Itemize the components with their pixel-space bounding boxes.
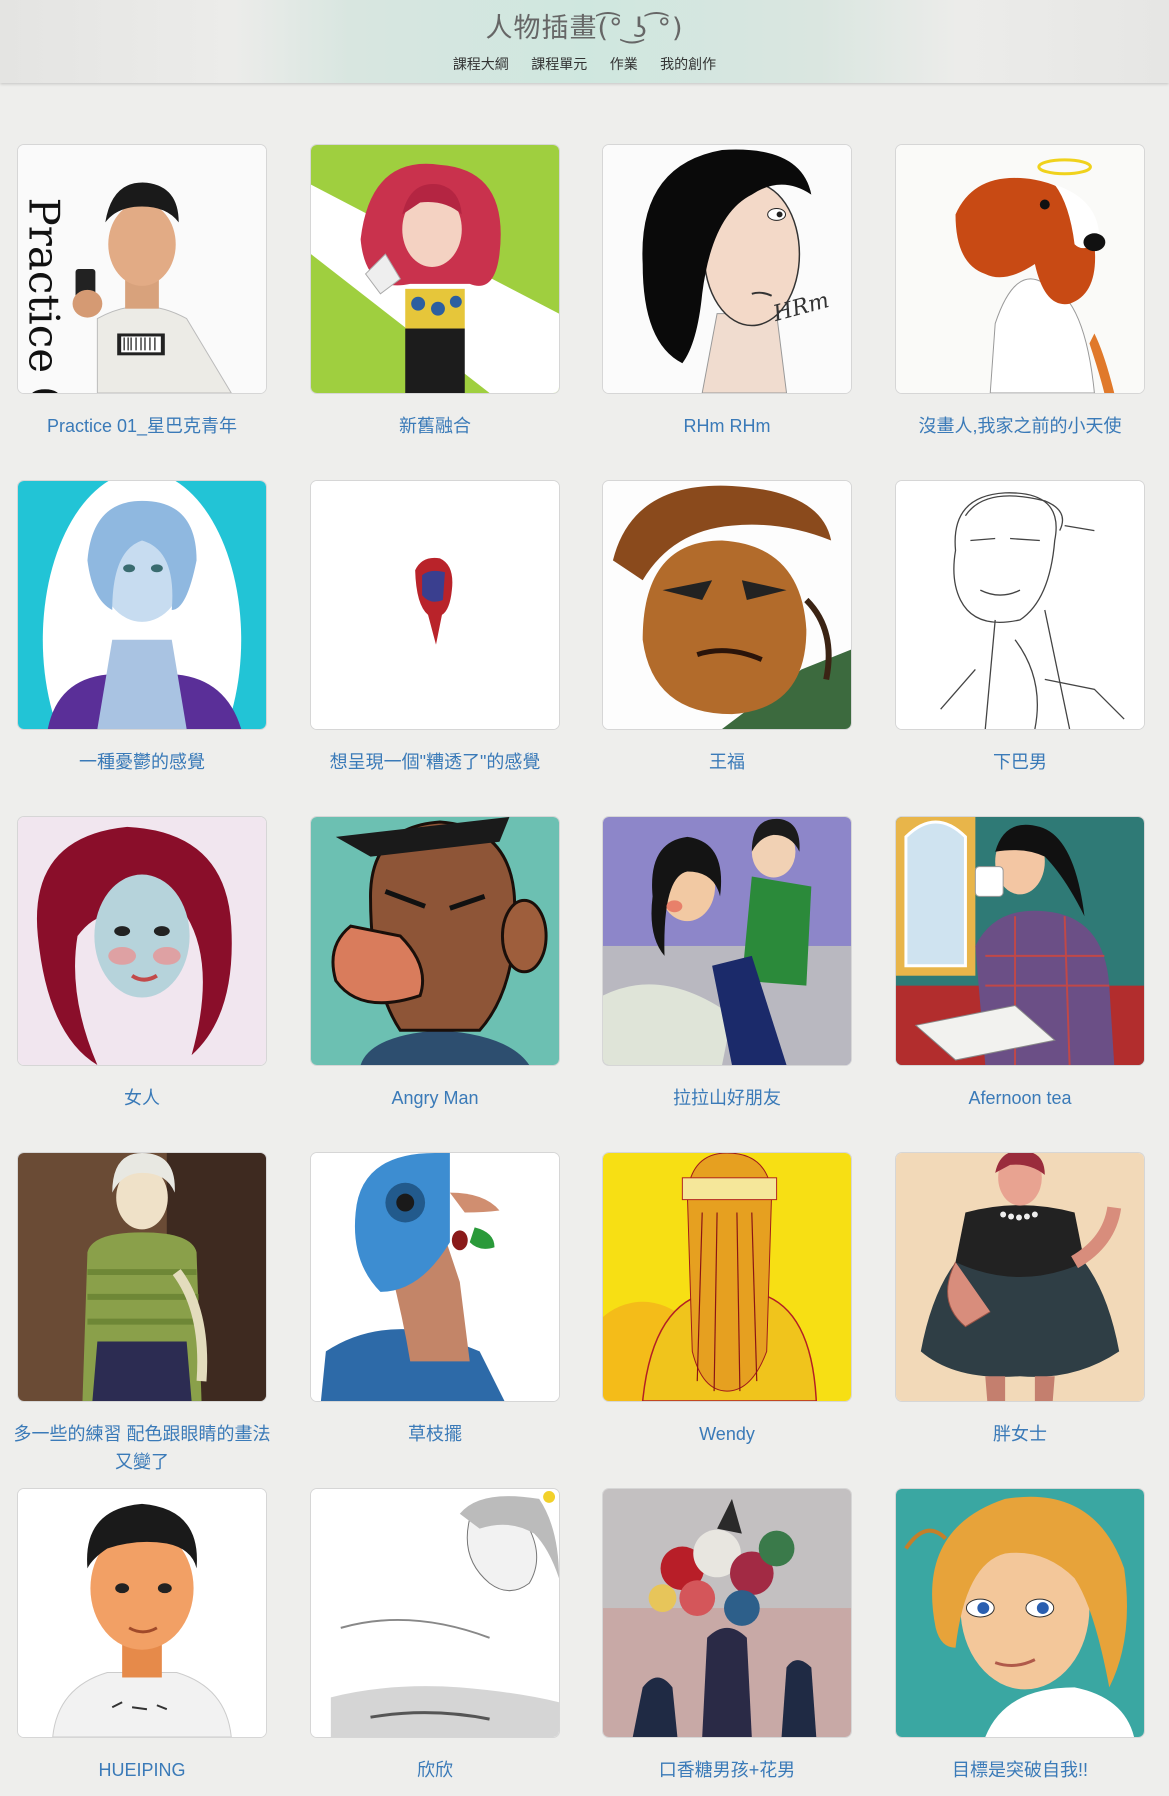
- artwork-thumbnail[interactable]: [895, 144, 1145, 394]
- artwork-title[interactable]: 想呈現一個"糟透了"的感覺: [300, 748, 570, 776]
- artwork-thumbnail[interactable]: [602, 816, 852, 1066]
- artwork-title[interactable]: 欣欣: [300, 1756, 570, 1784]
- artwork-title[interactable]: Practice 01_星巴克青年: [7, 412, 277, 440]
- artwork-thumbnail[interactable]: [602, 480, 852, 730]
- artwork-thumbnail[interactable]: [17, 1152, 267, 1402]
- artwork-card[interactable]: 目標是突破自我!!: [895, 1488, 1145, 1788]
- artwork-card[interactable]: HUEIPING: [17, 1488, 267, 1788]
- artwork-gallery: Practice 01 Practice 01_星巴克青年 新舊融合 HRm R…: [0, 0, 1169, 1796]
- artwork-card[interactable]: 口香糖男孩+花男: [602, 1488, 852, 1788]
- artwork-title[interactable]: Wendy: [592, 1420, 862, 1448]
- artwork-thumbnail[interactable]: [310, 816, 560, 1066]
- artwork-title[interactable]: 目標是突破自我!!: [885, 1756, 1155, 1784]
- artwork-card[interactable]: 女人: [17, 816, 267, 1116]
- artwork-title[interactable]: 新舊融合: [300, 412, 570, 440]
- artwork-thumbnail[interactable]: [895, 816, 1145, 1066]
- artwork-title[interactable]: 王福: [592, 748, 862, 776]
- artwork-title[interactable]: 草枝擺: [300, 1420, 570, 1448]
- artwork-thumbnail[interactable]: [17, 816, 267, 1066]
- artwork-title[interactable]: 一種憂鬱的感覺: [7, 748, 277, 776]
- artwork-thumbnail[interactable]: [310, 480, 560, 730]
- artwork-card[interactable]: Wendy: [602, 1152, 852, 1452]
- artwork-card[interactable]: Afernoon tea: [895, 816, 1145, 1116]
- artwork-title[interactable]: HUEIPING: [7, 1756, 277, 1784]
- artwork-card[interactable]: 多一些的練習 配色跟眼睛的畫法又變了: [14, 1152, 271, 1472]
- artwork-thumbnail[interactable]: [310, 1152, 560, 1402]
- artwork-title[interactable]: Afernoon tea: [885, 1084, 1155, 1112]
- artwork-card[interactable]: 拉拉山好朋友: [602, 816, 852, 1116]
- artwork-thumbnail[interactable]: [17, 480, 267, 730]
- artwork-thumbnail[interactable]: [310, 144, 560, 394]
- artwork-title[interactable]: 下巴男: [885, 748, 1155, 776]
- artwork-thumbnail[interactable]: [602, 1488, 852, 1738]
- artwork-thumbnail[interactable]: [895, 1152, 1145, 1402]
- artwork-card[interactable]: 一種憂鬱的感覺: [17, 480, 267, 780]
- artwork-card[interactable]: 新舊融合: [310, 144, 560, 444]
- artwork-title[interactable]: 拉拉山好朋友: [592, 1084, 862, 1112]
- artwork-overlay-text: Practice 01: [19, 197, 69, 394]
- artwork-card[interactable]: Angry Man: [310, 816, 560, 1116]
- artwork-thumbnail[interactable]: [602, 1152, 852, 1402]
- artwork-title[interactable]: 沒畫人,我家之前的小天使: [885, 412, 1155, 440]
- artwork-card[interactable]: 沒畫人,我家之前的小天使: [895, 144, 1145, 444]
- artwork-thumbnail[interactable]: [895, 480, 1145, 730]
- artwork-card[interactable]: 王福: [602, 480, 852, 780]
- artwork-thumbnail[interactable]: Practice 01: [17, 144, 267, 394]
- artwork-card[interactable]: 草枝擺: [310, 1152, 560, 1452]
- artwork-card[interactable]: HRm RHm RHm: [602, 144, 852, 444]
- artwork-card[interactable]: Practice 01 Practice 01_星巴克青年: [17, 144, 267, 444]
- artwork-title[interactable]: Angry Man: [300, 1084, 570, 1112]
- artwork-thumbnail[interactable]: HRm: [602, 144, 852, 394]
- artwork-title[interactable]: 多一些的練習 配色跟眼睛的畫法又變了: [7, 1420, 277, 1476]
- artwork-card[interactable]: 欣欣: [310, 1488, 560, 1788]
- artwork-title[interactable]: RHm RHm: [592, 412, 862, 440]
- artwork-thumbnail[interactable]: [310, 1488, 560, 1738]
- artwork-title[interactable]: 胖女士: [885, 1420, 1155, 1448]
- artwork-title[interactable]: 口香糖男孩+花男: [592, 1756, 862, 1784]
- artwork-thumbnail[interactable]: [895, 1488, 1145, 1738]
- artwork-thumbnail[interactable]: [17, 1488, 267, 1738]
- artwork-title[interactable]: 女人: [7, 1084, 277, 1112]
- artwork-card[interactable]: 下巴男: [895, 480, 1145, 780]
- artwork-card[interactable]: 胖女士: [895, 1152, 1145, 1452]
- artwork-card[interactable]: 想呈現一個"糟透了"的感覺: [310, 480, 560, 780]
